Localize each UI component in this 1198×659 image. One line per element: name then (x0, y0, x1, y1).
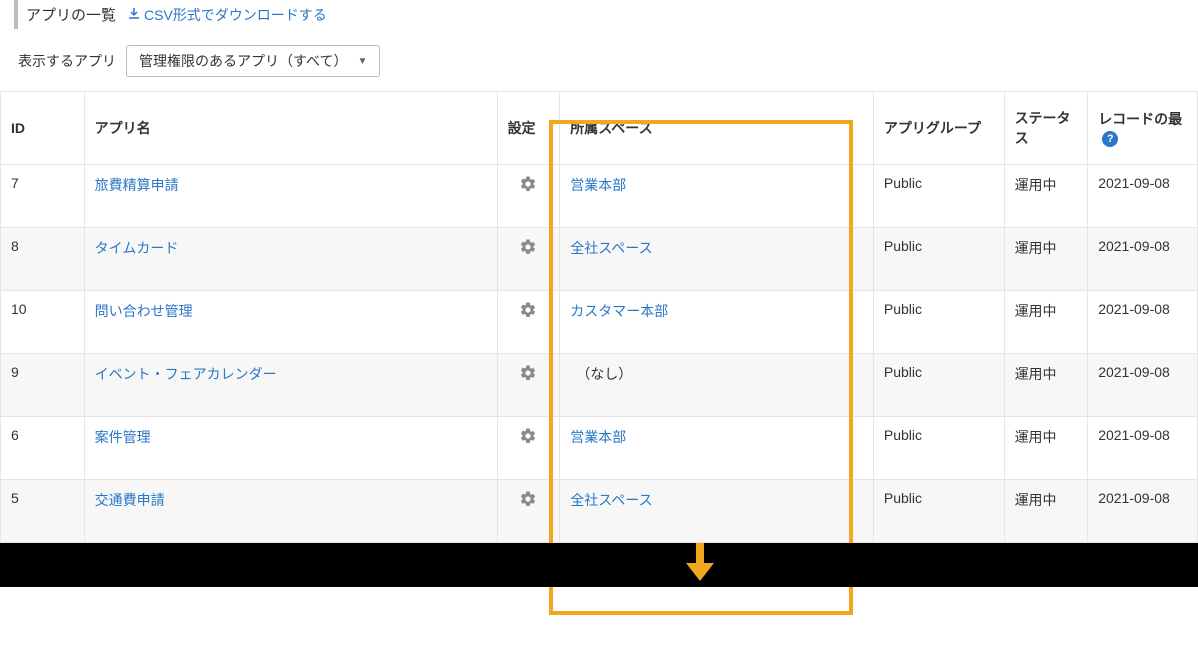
cell-date: 2021-09-08 (1088, 354, 1198, 417)
cell-group: Public (873, 165, 1004, 228)
filter-row: 表示するアプリ 管理権限のあるアプリ（すべて） ▼ (0, 29, 1198, 91)
gear-icon[interactable] (519, 238, 537, 261)
chevron-down-icon: ▼ (357, 56, 367, 67)
table-row: 7 旅費精算申請 営業本部 Public運用中2021-09-08 (1, 165, 1198, 228)
table-row: 9 イベント・フェアカレンダー （なし） Public運用中2021-09-08 (1, 354, 1198, 417)
app-name-link[interactable]: 旅費精算申請 (95, 177, 179, 193)
cell-settings (497, 417, 560, 480)
cell-space: 全社スペース (560, 228, 874, 291)
app-name-link[interactable]: 交通費申請 (95, 492, 165, 508)
app-name-link[interactable]: イベント・フェアカレンダー (95, 366, 277, 382)
app-name-link[interactable]: タイムカード (95, 240, 179, 256)
help-icon[interactable]: ? (1102, 131, 1118, 147)
col-group[interactable]: アプリグループ (873, 92, 1004, 165)
cell-date: 2021-09-08 (1088, 480, 1198, 543)
down-arrow-icon (680, 543, 720, 583)
table-row: 6 案件管理 営業本部 Public運用中2021-09-08 (1, 417, 1198, 480)
cell-date: 2021-09-08 (1088, 291, 1198, 354)
cell-status: 運用中 (1004, 417, 1088, 480)
col-space[interactable]: 所属スペース (560, 92, 874, 165)
cell-group: Public (873, 354, 1004, 417)
space-link[interactable]: カスタマー本部 (570, 303, 668, 319)
app-table: ID アプリ名 設定 所属スペース アプリグループ ステータス レコードの最 ?… (0, 91, 1198, 543)
space-link[interactable]: 全社スペース (570, 240, 652, 256)
cell-id: 10 (1, 291, 85, 354)
cell-id: 7 (1, 165, 85, 228)
space-link[interactable]: 営業本部 (570, 429, 626, 445)
cell-group: Public (873, 228, 1004, 291)
table-row: 8 タイムカード 全社スペース Public運用中2021-09-08 (1, 228, 1198, 291)
table-row: 5 交通費申請 全社スペース Public運用中2021-09-08 (1, 480, 1198, 543)
cell-id: 8 (1, 228, 85, 291)
cell-id: 5 (1, 480, 85, 543)
col-settings: 設定 (497, 92, 560, 165)
col-id[interactable]: ID (1, 92, 85, 165)
cell-status: 運用中 (1004, 228, 1088, 291)
cell-settings (497, 228, 560, 291)
cell-space: 営業本部 (560, 417, 874, 480)
cell-date: 2021-09-08 (1088, 165, 1198, 228)
app-name-link[interactable]: 問い合わせ管理 (95, 303, 193, 319)
download-icon (128, 7, 140, 23)
cell-space: 全社スペース (560, 480, 874, 543)
cell-settings (497, 480, 560, 543)
cell-status: 運用中 (1004, 291, 1088, 354)
gear-icon[interactable] (519, 490, 537, 513)
cell-group: Public (873, 417, 1004, 480)
cell-app-name: タイムカード (84, 228, 497, 291)
cell-app-name: 案件管理 (84, 417, 497, 480)
col-status[interactable]: ステータス (1004, 92, 1088, 165)
cell-app-name: 交通費申請 (84, 480, 497, 543)
cell-status: 運用中 (1004, 354, 1088, 417)
cell-date: 2021-09-08 (1088, 228, 1198, 291)
gear-icon[interactable] (519, 427, 537, 450)
cell-group: Public (873, 291, 1004, 354)
cell-status: 運用中 (1004, 480, 1088, 543)
cell-app-name: イベント・フェアカレンダー (84, 354, 497, 417)
filter-label: 表示するアプリ (18, 51, 116, 71)
cell-id: 6 (1, 417, 85, 480)
gear-icon[interactable] (519, 301, 537, 324)
col-record[interactable]: レコードの最 ? (1088, 92, 1198, 165)
gear-icon[interactable] (519, 364, 537, 387)
table-row: 10 問い合わせ管理 カスタマー本部 Public運用中2021-09-08 (1, 291, 1198, 354)
cell-id: 9 (1, 354, 85, 417)
page-title: アプリの一覧 (18, 4, 116, 25)
cell-app-name: 問い合わせ管理 (84, 291, 497, 354)
col-record-label: レコードの最 (1098, 111, 1182, 127)
app-list-page: アプリの一覧 CSV形式でダウンロードする 表示するアプリ 管理権限のあるアプリ… (0, 0, 1198, 543)
space-none: （なし） (570, 366, 632, 382)
cell-status: 運用中 (1004, 165, 1088, 228)
cell-space: カスタマー本部 (560, 291, 874, 354)
app-name-link[interactable]: 案件管理 (95, 429, 151, 445)
cell-settings (497, 291, 560, 354)
csv-download-link[interactable]: CSV形式でダウンロードする (128, 5, 327, 25)
page-header: アプリの一覧 CSV形式でダウンロードする (14, 0, 1198, 29)
cell-settings (497, 165, 560, 228)
table-header-row: ID アプリ名 設定 所属スペース アプリグループ ステータス レコードの最 ? (1, 92, 1198, 165)
csv-download-label: CSV形式でダウンロードする (144, 5, 327, 25)
space-link[interactable]: 営業本部 (570, 177, 626, 193)
col-name[interactable]: アプリ名 (84, 92, 497, 165)
cell-app-name: 旅費精算申請 (84, 165, 497, 228)
space-link[interactable]: 全社スペース (570, 492, 652, 508)
divider-band (0, 543, 1198, 587)
cell-space: （なし） (560, 354, 874, 417)
app-filter-selected: 管理権限のあるアプリ（すべて） (139, 51, 347, 71)
cell-settings (497, 354, 560, 417)
cell-group: Public (873, 480, 1004, 543)
app-filter-select[interactable]: 管理権限のあるアプリ（すべて） ▼ (126, 45, 380, 77)
cell-space: 営業本部 (560, 165, 874, 228)
gear-icon[interactable] (519, 175, 537, 198)
cell-date: 2021-09-08 (1088, 417, 1198, 480)
